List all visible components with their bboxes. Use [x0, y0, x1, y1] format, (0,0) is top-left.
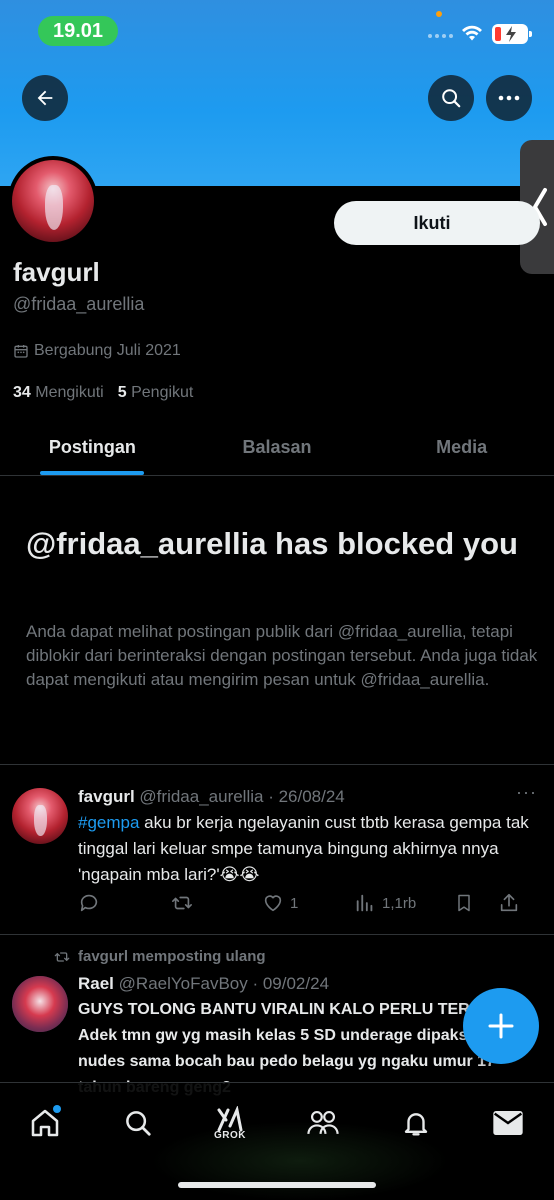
post-avatar[interactable]: [12, 976, 68, 1032]
section-divider: [0, 764, 554, 765]
follow-stats: 34 Mengikuti 5 Pengikut: [13, 384, 193, 402]
follow-button[interactable]: Ikuti: [334, 201, 540, 245]
like-icon: [264, 895, 282, 912]
like-button[interactable]: 1: [262, 892, 354, 914]
post-actions: 1 1,1rb: [78, 888, 538, 918]
share-button[interactable]: [498, 892, 528, 914]
repost-indicator: favgurl memposting ulang: [54, 948, 266, 965]
post-author-name[interactable]: favgurl: [78, 787, 135, 806]
repost-icon: [54, 951, 70, 962]
reply-icon: [80, 894, 98, 912]
profile-avatar[interactable]: [8, 156, 98, 246]
repost-icon: [172, 896, 192, 910]
nav-home[interactable]: [21, 1099, 69, 1147]
post-header: Rael @RaelYoFavBoy · 09/02/24: [78, 974, 329, 994]
post-divider: [0, 934, 554, 935]
cellular-signal-icon: [428, 34, 453, 38]
post-text-content: aku br kerja ngelayanin cust tbtb kerasa…: [78, 813, 529, 884]
joined-text: Bergabung Juli 2021: [34, 342, 181, 359]
status-bar: 19.01: [0, 0, 554, 60]
blocked-description: Anda dapat melihat postingan publik dari…: [26, 622, 538, 689]
tab-media[interactable]: Media: [369, 420, 554, 475]
post-text[interactable]: #gempa aku br kerja ngelayanin cust tbtb…: [78, 810, 538, 888]
blocked-title: @fridaa_aurellia has blocked you: [26, 526, 518, 561]
profile-handle: @fridaa_aurellia: [13, 294, 145, 314]
communities-icon: [307, 1110, 339, 1135]
compose-post-button[interactable]: [463, 988, 539, 1064]
privacy-indicator: [436, 11, 442, 17]
home-notification-dot: [53, 1105, 61, 1113]
joined-date: Bergabung Juli 2021: [13, 342, 181, 360]
grok-icon: [217, 1105, 243, 1131]
post-meta: @RaelYoFavBoy · 09/02/24: [118, 974, 330, 993]
bookmark-button[interactable]: [454, 892, 498, 914]
post-meta: @fridaa_aurellia · 26/08/24: [139, 787, 345, 806]
mail-icon: [493, 1111, 523, 1135]
tab-replies[interactable]: Balasan: [185, 420, 370, 475]
nav-grok[interactable]: GROK: [206, 1099, 254, 1147]
calendar-icon: [14, 345, 28, 358]
views-button[interactable]: 1,1rb: [354, 892, 454, 914]
views-icon: [356, 894, 373, 912]
wifi-icon: [462, 25, 482, 41]
view-count: 1,1rb: [382, 894, 417, 912]
post-more-button[interactable]: ···: [516, 782, 537, 803]
back-button[interactable]: [22, 75, 68, 121]
followers-link[interactable]: 5 Pengikut: [118, 384, 194, 402]
nav-search[interactable]: [114, 1099, 162, 1147]
search-icon: [126, 1111, 151, 1136]
following-link[interactable]: 34 Mengikuti: [13, 384, 104, 402]
profile-tabs: Postingan Balasan Media: [0, 420, 554, 476]
repost-button[interactable]: [170, 892, 262, 914]
post-avatar[interactable]: [12, 788, 68, 844]
more-icon: [498, 95, 520, 101]
search-icon: [442, 89, 461, 108]
more-options-button[interactable]: [486, 75, 532, 121]
status-time: 19.01: [38, 16, 118, 46]
back-arrow-icon: [37, 90, 53, 106]
bookmark-icon: [458, 894, 470, 912]
nav-notifications[interactable]: [392, 1099, 440, 1147]
plus-icon: [488, 1013, 514, 1039]
search-button[interactable]: [428, 75, 474, 121]
nav-messages[interactable]: [484, 1099, 532, 1147]
battery-icon: [492, 24, 532, 44]
post-hashtag[interactable]: #gempa: [78, 813, 139, 832]
profile-display-name: favgurl: [13, 257, 100, 287]
nav-communities[interactable]: [299, 1099, 347, 1147]
like-count: 1: [290, 894, 299, 912]
tab-posts[interactable]: Postingan: [0, 420, 185, 475]
post-author-name[interactable]: Rael: [78, 974, 114, 993]
reply-button[interactable]: [78, 892, 170, 914]
grok-label: GROK: [214, 1129, 246, 1141]
post-header: favgurl @fridaa_aurellia · 26/08/24: [78, 787, 345, 807]
share-icon: [500, 893, 518, 912]
bell-icon: [404, 1113, 428, 1136]
home-indicator: [178, 1182, 376, 1188]
repost-by-text[interactable]: favgurl memposting ulang: [78, 948, 266, 965]
